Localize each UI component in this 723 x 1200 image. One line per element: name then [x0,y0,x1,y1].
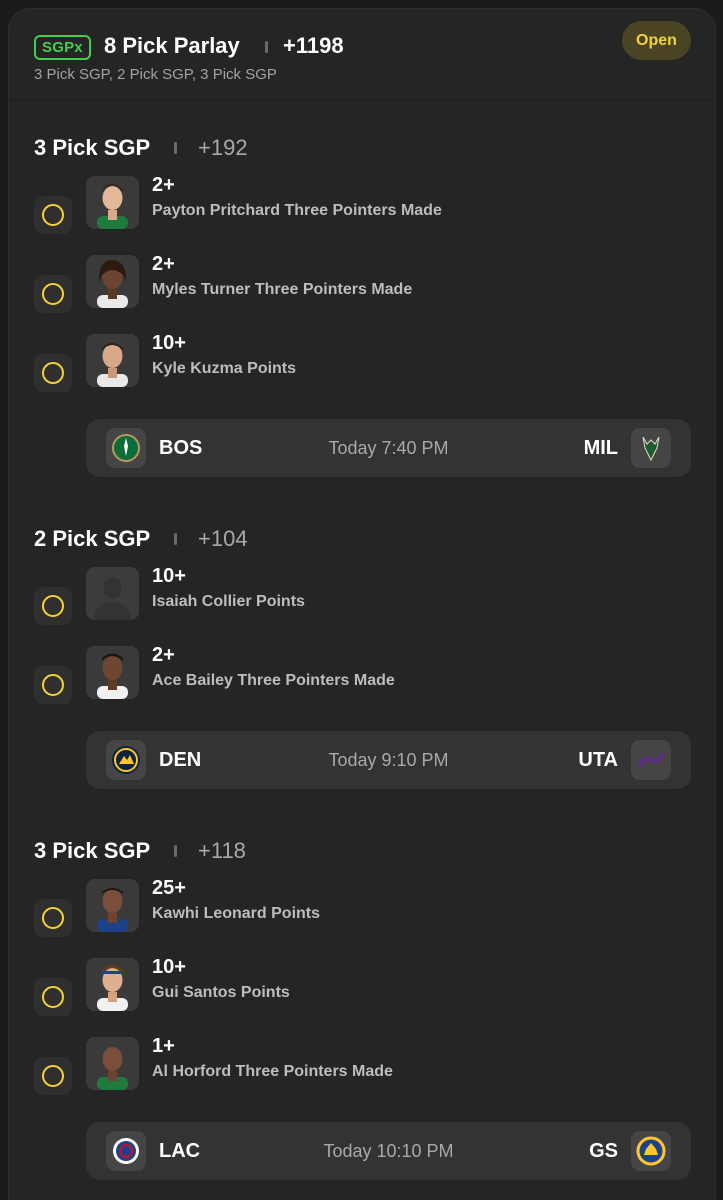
circle-icon [42,1065,64,1087]
pick-description: Kyle Kuzma Points [152,360,297,377]
pick-line: 10+ [152,332,186,354]
pick-row[interactable]: 10+ Isaiah Collier Points [9,565,715,647]
pick-status-radio[interactable] [34,354,72,392]
pick-line: 2+ [152,644,175,666]
pick-description: Kawhi Leonard Points [152,905,321,922]
player-headshot [86,176,139,229]
section-divider [174,533,177,545]
jazz-logo-icon [631,740,671,780]
away-team-abbr: MIL [583,437,618,459]
section-odds: +118 [198,838,246,863]
pick-description: Isaiah Collier Points [152,593,305,610]
pick-description: Myles Turner Three Pointers Made [152,281,413,298]
warriors-logo-icon [631,1131,671,1171]
pick-description: Gui Santos Points [152,984,290,1001]
circle-icon [42,674,64,696]
parlay-title: 8 Pick Parlay [104,33,240,58]
circle-icon [42,986,64,1008]
pick-status-radio[interactable] [34,899,72,937]
section-divider [174,142,177,154]
player-headshot [86,646,139,699]
game-info-bar[interactable]: BOS Today 7:40 PM MIL [86,419,691,477]
circle-icon [42,362,64,384]
pick-line: 2+ [152,174,175,196]
pick-row[interactable]: 10+ Kyle Kuzma Points [9,332,715,414]
section-title: 3 Pick SGP [34,838,151,863]
pick-status-radio[interactable] [34,666,72,704]
pick-status-radio[interactable] [34,1057,72,1095]
pick-status-radio[interactable] [34,587,72,625]
pick-description: Ace Bailey Three Pointers Made [152,672,395,689]
pick-line: 1+ [152,1035,175,1057]
bucks-logo-icon [631,428,671,468]
pick-description: Payton Pritchard Three Pointers Made [152,202,442,219]
pick-row[interactable]: 2+ Myles Turner Three Pointers Made [9,253,715,335]
game-info-bar[interactable]: LAC Today 10:10 PM GS [86,1122,691,1180]
pick-row[interactable]: 10+ Gui Santos Points [9,956,715,1038]
player-headshot [86,879,139,932]
pick-row[interactable]: 2+ Payton Pritchard Three Pointers Made [9,174,715,256]
player-headshot [86,334,139,387]
pick-row[interactable]: 1+ Al Horford Three Pointers Made [9,1035,715,1117]
section-odds: +104 [198,526,248,551]
circle-icon [42,595,64,617]
circle-icon [42,283,64,305]
title-divider [265,41,268,53]
pick-line: 10+ [152,956,186,978]
pick-line: 10+ [152,565,186,587]
status-badge: Open [622,21,691,60]
pick-line: 25+ [152,877,186,899]
pick-row[interactable]: 25+ Kawhi Leonard Points [9,877,715,959]
pick-status-radio[interactable] [34,978,72,1016]
pick-row[interactable]: 2+ Ace Bailey Three Pointers Made [9,644,715,726]
section-title: 3 Pick SGP [34,135,151,160]
section-divider [174,845,177,857]
player-headshot [86,255,139,308]
pick-status-radio[interactable] [34,275,72,313]
player-headshot [86,1037,139,1090]
parlay-subtitle: 3 Pick SGP, 2 Pick SGP, 3 Pick SGP [34,66,277,83]
pick-description: Al Horford Three Pointers Made [152,1063,393,1080]
away-team-abbr: GS [589,1140,618,1162]
parlay-odds: +1198 [283,33,344,58]
section-title: 2 Pick SGP [34,526,151,551]
away-team-abbr: UTA [578,749,618,771]
game-info-bar[interactable]: DEN Today 9:10 PM UTA [86,731,691,789]
player-headshot [86,958,139,1011]
sgpx-badge: SGPx [34,35,91,60]
parlay-header[interactable]: SGPx 8 Pick Parlay +1198 3 Pick SGP, 2 P… [9,9,715,101]
player-placeholder-avatar [86,567,139,620]
circle-icon [42,907,64,929]
circle-icon [42,204,64,226]
pick-status-radio[interactable] [34,196,72,234]
parlay-card: SGPx 8 Pick Parlay +1198 3 Pick SGP, 2 P… [8,8,716,1200]
pick-line: 2+ [152,253,175,275]
section-odds: +192 [198,135,248,160]
